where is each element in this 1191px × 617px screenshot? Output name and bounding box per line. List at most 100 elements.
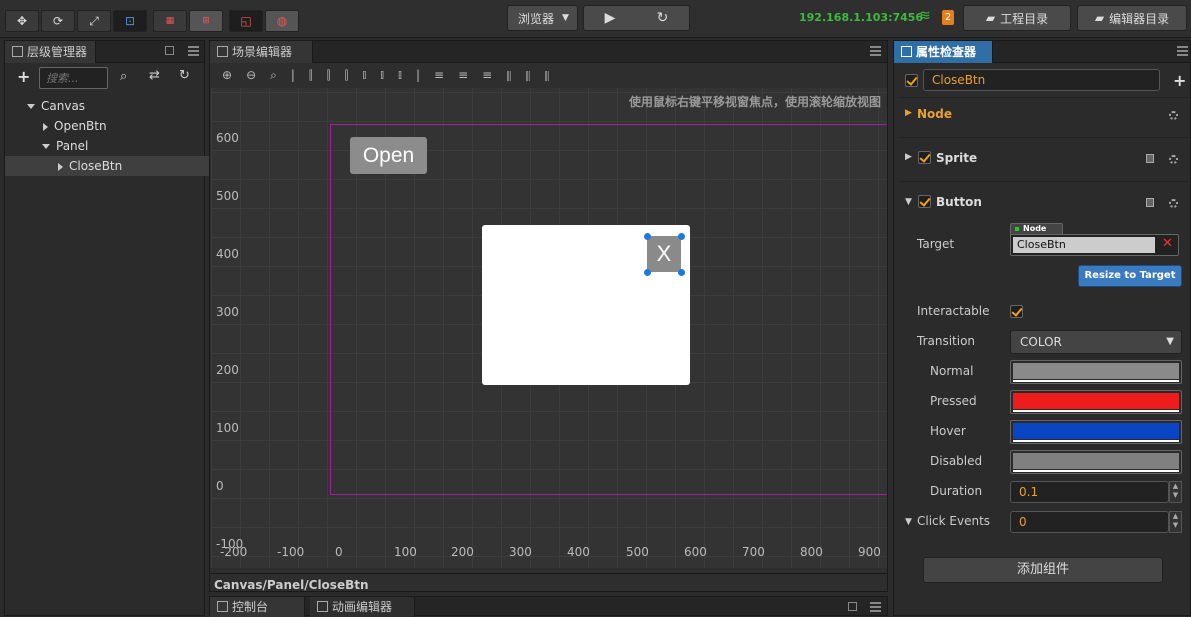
click-events-count-input[interactable]: 0 [1010,511,1169,533]
center-toggle-button[interactable]: ⊞ [189,10,223,32]
scene-viewport[interactable]: 使用鼠标右键平移视窗焦点，使用滚轮缩放视图 600 500 400 300 20… [211,88,887,568]
preview-platform-select[interactable]: 浏览器 ▼ [507,5,578,31]
tree-node-openbtn[interactable]: OpenBtn [5,116,209,136]
zoom-reset-icon[interactable]: ⌕ [270,68,291,82]
duration-input[interactable]: 0.1 [1010,481,1169,503]
hierarchy-search-input[interactable] [39,67,108,89]
disabled-color-picker[interactable] [1010,450,1182,474]
target-value[interactable]: CloseBtn [1013,237,1155,253]
collapse-arrow-icon[interactable]: ▶ [905,108,912,118]
align-right-icon[interactable]: ⫿ [345,68,363,82]
resize-handle[interactable] [678,233,685,240]
expand-arrow-icon[interactable] [27,104,35,109]
add-component-button[interactable]: 添加组件 [923,557,1163,583]
normal-color-picker[interactable] [1010,360,1182,384]
distribute-vcenter-icon[interactable]: ≡ [458,68,482,82]
align-left-icon[interactable]: ⫿ [309,68,327,82]
breadcrumb[interactable]: Canvas/Panel/CloseBtn [214,573,369,591]
node-active-checkbox[interactable] [905,74,918,87]
pressed-color-picker[interactable] [1010,390,1182,414]
tree-node-canvas[interactable]: Canvas [5,96,209,116]
zoom-in-icon[interactable]: ⊕ [222,68,246,82]
resize-handle[interactable] [644,269,651,276]
tab-console[interactable]: 控制台 [210,597,305,617]
distribute-left-icon[interactable]: ⦀ [506,68,525,82]
down-arrow-icon[interactable]: ▼ [1173,491,1178,499]
down-arrow-icon[interactable]: ▼ [1173,521,1178,529]
up-arrow-icon[interactable]: ▲ [1173,482,1178,490]
move-tool-button[interactable]: ✥ [5,10,39,32]
tab-hierarchy[interactable]: 层级管理器 [5,41,97,63]
add-node-icon[interactable]: + [17,67,30,86]
resize-handle[interactable] [644,233,651,240]
close-button-node[interactable]: X [647,236,681,272]
section-button-title[interactable]: Button [936,195,982,209]
popout-icon[interactable] [165,46,174,55]
refresh-icon[interactable]: ↻ [657,10,669,26]
align-vcenter-icon[interactable]: ⫾ [380,68,398,82]
expand-arrow-icon[interactable]: ▼ [905,517,912,527]
editor-dir-button[interactable]: ▰ 编辑器目录 [1077,5,1187,31]
rect-tool-button[interactable]: ⊡ [113,10,147,32]
target-field[interactable]: CloseBtn ✕ [1010,234,1179,256]
tree-node-panel[interactable]: Panel [5,136,209,156]
menu-icon[interactable] [870,602,881,612]
collapse-arrow-icon[interactable]: ▶ [905,152,912,162]
menu-icon[interactable] [1177,46,1188,56]
duration-stepper[interactable]: ▲ ▼ [1169,481,1182,503]
distribute-hcenter-icon[interactable]: ⦀ [525,68,544,82]
gear-icon[interactable] [1169,199,1178,208]
notification-badge[interactable]: 2 [942,10,954,25]
gear-icon[interactable] [1169,155,1178,164]
open-button-node[interactable]: Open [350,137,427,174]
align-top-icon[interactable]: ⫾ [362,68,380,82]
button-enabled-checkbox[interactable] [918,195,931,208]
clear-icon[interactable]: ✕ [1162,236,1173,251]
sprite-enabled-checkbox[interactable] [918,151,931,164]
help-book-icon[interactable] [1146,154,1154,163]
menu-icon[interactable] [188,46,199,56]
scene-3d-button[interactable]: ◍ [265,10,299,32]
distribute-top-icon[interactable]: ≡ [434,68,458,82]
resize-handle[interactable] [678,269,685,276]
expand-arrow-icon[interactable]: ▼ [905,197,912,207]
collapse-arrow-icon[interactable] [58,162,63,171]
x-tick: 500 [626,545,649,559]
up-arrow-icon[interactable]: ▲ [1173,512,1178,520]
tab-animation[interactable]: 动画编辑器 [310,597,415,617]
resize-to-target-button[interactable]: Resize to Target [1078,265,1182,287]
align-bottom-icon[interactable]: ⫾ [398,68,416,82]
project-dir-button[interactable]: ▰ 工程目录 [963,5,1071,31]
alpha-bar [1013,470,1179,472]
section-sprite-title[interactable]: Sprite [936,151,977,165]
refresh-icon[interactable]: ↻ [179,68,190,83]
expand-arrow-icon[interactable] [42,144,50,149]
scale-tool-button[interactable]: ⤢ [77,10,111,32]
transition-select[interactable]: COLOR ▼ [1010,330,1182,354]
section-node-title[interactable]: Node [917,107,952,121]
menu-icon[interactable] [870,46,881,56]
preview-ip-address[interactable]: 192.168.1.103:7456 [799,11,923,24]
hover-color-picker[interactable] [1010,420,1182,444]
search-icon[interactable]: ⌕ [120,69,127,84]
align-hcenter-icon[interactable]: ⫿ [327,68,345,82]
pivot-toggle-button[interactable]: ▦ [153,10,187,32]
distribute-bottom-icon[interactable]: ≡ [482,68,506,82]
help-book-icon[interactable] [1146,198,1154,207]
node-name-input[interactable]: CloseBtn [923,69,1160,91]
gear-icon[interactable] [1169,111,1178,120]
swap-icon[interactable]: ⇄ [149,68,160,83]
distribute-right-icon[interactable]: ⦀ [544,68,563,82]
tree-node-closebtn[interactable]: CloseBtn [5,156,209,176]
collapse-arrow-icon[interactable] [43,122,48,131]
tab-scene[interactable]: 场景编辑器 [210,41,313,63]
rotate-tool-button[interactable]: ⟳ [41,10,75,32]
play-icon[interactable]: ▶ [605,10,616,26]
tab-inspector[interactable]: 属性检查器 [894,41,993,63]
click-events-stepper[interactable]: ▲ ▼ [1169,511,1182,533]
scene-2d-button[interactable]: ◱ [229,10,263,32]
interactable-checkbox[interactable] [1010,305,1023,318]
popout-icon[interactable] [848,602,857,611]
add-icon[interactable]: + [1173,71,1186,90]
zoom-out-icon[interactable]: ⊖ [246,68,270,82]
